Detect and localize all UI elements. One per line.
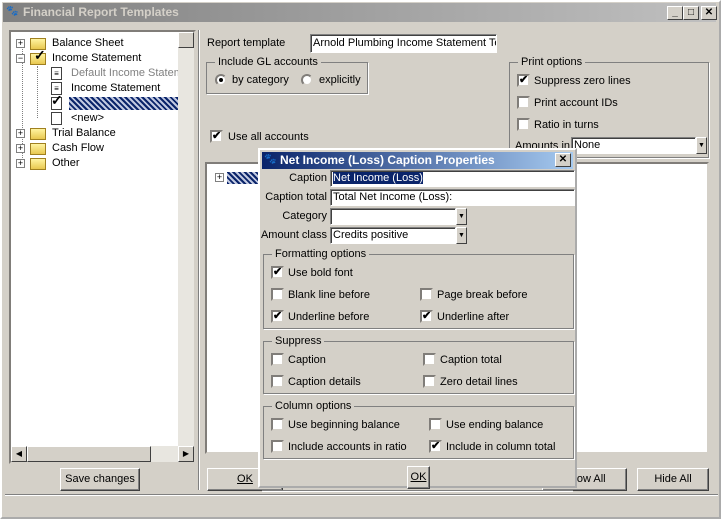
amounts-in-dropdown[interactable]: ▼ bbox=[696, 137, 707, 154]
scroll-thumb[interactable] bbox=[27, 446, 151, 462]
page-break-before-checkbox[interactable] bbox=[420, 288, 433, 301]
close-button[interactable]: ✕ bbox=[701, 6, 717, 20]
expand-icon[interactable]: + bbox=[16, 144, 25, 153]
scroll-right-button[interactable]: ▶ bbox=[178, 446, 194, 462]
radio-explicitly[interactable] bbox=[301, 74, 313, 86]
window-title: Financial Report Templates bbox=[23, 5, 179, 19]
save-changes-button[interactable]: Save changes bbox=[60, 468, 140, 491]
check-icon: ✓ bbox=[51, 92, 63, 108]
use-beginning-balance-checkbox[interactable] bbox=[271, 418, 284, 431]
caption-properties-dialog: Net Income (Loss) Caption Properties 🐾 ✕… bbox=[258, 148, 577, 492]
scroll-thumb[interactable] bbox=[178, 32, 194, 48]
expand-icon[interactable]: + bbox=[16, 39, 25, 48]
report-template-input[interactable]: Arnold Plumbing Income Statement Te bbox=[310, 34, 497, 53]
print-ids-checkbox[interactable] bbox=[517, 96, 530, 109]
suppress-zero-detail-checkbox[interactable] bbox=[423, 375, 436, 388]
document-icon bbox=[51, 112, 62, 125]
underline-before-checkbox[interactable]: ✔ bbox=[271, 310, 284, 323]
print-options-group: Print options ✔ Suppress zero lines Prin… bbox=[509, 56, 709, 158]
status-bar bbox=[5, 498, 718, 516]
check-icon: ✓ bbox=[34, 47, 46, 63]
expand-icon[interactable]: + bbox=[16, 129, 25, 138]
include-accounts-in-ratio-checkbox[interactable] bbox=[271, 440, 284, 453]
use-all-accounts-checkbox[interactable]: ✔ bbox=[210, 130, 223, 143]
suppress-zero-checkbox[interactable]: ✔ bbox=[517, 74, 530, 87]
suppress-caption-checkbox[interactable] bbox=[271, 353, 284, 366]
document-icon: ≡ bbox=[51, 67, 62, 80]
dialog-title-bar: Net Income (Loss) Caption Properties bbox=[262, 152, 573, 169]
title-bar: Financial Report Templates bbox=[3, 3, 716, 22]
expand-icon[interactable]: + bbox=[16, 159, 25, 168]
caption-input[interactable]: Net Income (Loss) bbox=[330, 170, 575, 187]
hide-all-button[interactable]: Hide All bbox=[637, 468, 709, 491]
collapse-icon[interactable]: − bbox=[16, 54, 25, 63]
folder-icon bbox=[30, 143, 46, 155]
suppress-group: Suppress Caption Caption total Caption d… bbox=[263, 335, 574, 394]
blank-line-before-checkbox[interactable] bbox=[271, 288, 284, 301]
selected-highlight bbox=[69, 97, 191, 110]
caption-total-input[interactable]: Total Net Income (Loss): bbox=[330, 189, 575, 206]
expand-icon[interactable]: + bbox=[215, 173, 224, 182]
amounts-in-select[interactable]: None bbox=[571, 137, 696, 154]
scroll-left-button[interactable]: ◀ bbox=[11, 446, 27, 462]
amount-class-dropdown[interactable]: ▼ bbox=[456, 227, 467, 244]
maximize-button[interactable]: □ bbox=[683, 6, 699, 20]
report-template-label: Report template bbox=[207, 37, 286, 49]
dialog-close-button[interactable]: ✕ bbox=[555, 153, 571, 167]
horizontal-scrollbar[interactable]: ◀ ▶ bbox=[11, 446, 194, 462]
formatting-options-group: Formatting options ✔ Use bold font Blank… bbox=[263, 248, 574, 329]
minimize-button[interactable]: _ bbox=[667, 6, 683, 20]
suppress-caption-total-checkbox[interactable] bbox=[423, 353, 436, 366]
folder-icon bbox=[30, 158, 46, 170]
vertical-scrollbar[interactable] bbox=[178, 32, 194, 446]
divider bbox=[5, 494, 718, 496]
template-tree[interactable]: + Balance Sheet − ✓ Income Statement ≡ D… bbox=[9, 30, 196, 464]
category-dropdown[interactable]: ▼ bbox=[456, 208, 467, 225]
app-icon: 🐾 bbox=[6, 6, 19, 17]
column-options-group: Column options Use beginning balance Use… bbox=[263, 400, 574, 459]
divider bbox=[262, 490, 573, 492]
category-select[interactable] bbox=[330, 208, 456, 225]
use-bold-font-checkbox[interactable]: ✔ bbox=[271, 266, 284, 279]
use-ending-balance-checkbox[interactable] bbox=[429, 418, 442, 431]
app-icon: 🐾 bbox=[264, 154, 277, 165]
amount-class-select[interactable]: Credits positive bbox=[330, 227, 456, 244]
include-gl-group: Include GL accounts by category explicit… bbox=[206, 56, 368, 94]
underline-after-checkbox[interactable]: ✔ bbox=[420, 310, 433, 323]
radio-by-category[interactable] bbox=[215, 74, 227, 86]
dialog-ok-button[interactable]: OK bbox=[407, 466, 430, 489]
folder-icon bbox=[30, 128, 46, 140]
splitter[interactable] bbox=[198, 30, 200, 490]
include-in-column-total-checkbox[interactable]: ✔ bbox=[429, 440, 442, 453]
suppress-caption-details-checkbox[interactable] bbox=[271, 375, 284, 388]
ratio-turns-checkbox[interactable] bbox=[517, 118, 530, 131]
